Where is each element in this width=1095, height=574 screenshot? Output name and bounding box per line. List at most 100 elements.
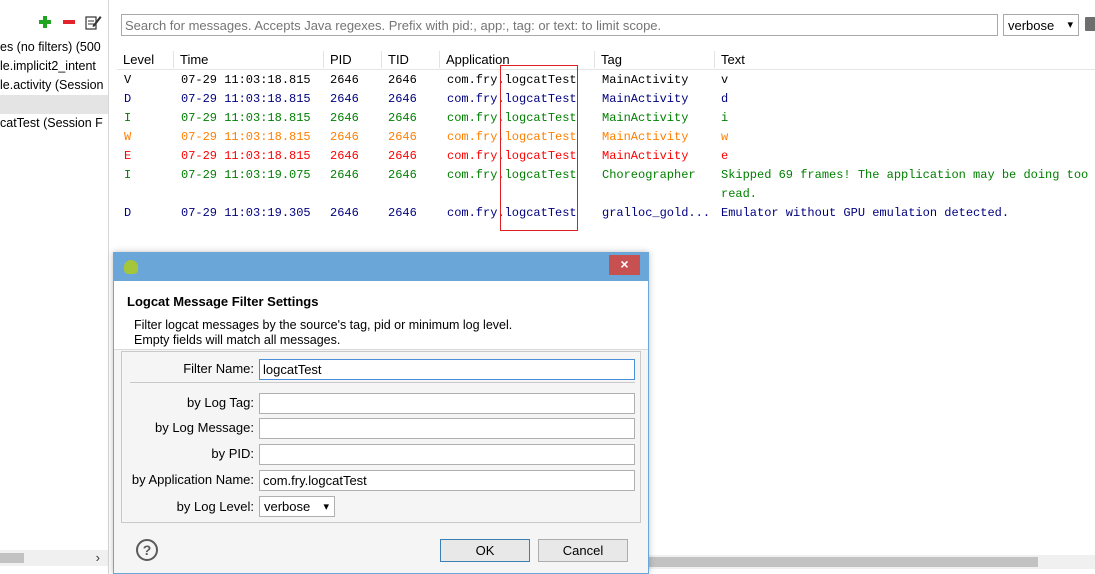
log-cell-pid: 2646 — [330, 92, 359, 106]
app-name-label: by Application Name: — [131, 472, 254, 487]
filter-item[interactable]: le.implicit2_intent — [0, 57, 108, 76]
dialog-titlebar[interactable]: × — [114, 253, 648, 281]
pid-input[interactable] — [259, 444, 635, 465]
log-cell-pid: 2646 — [330, 149, 359, 163]
filter-item[interactable]: es (no filters) (500 — [0, 38, 108, 57]
add-filter-icon[interactable] — [36, 13, 54, 31]
log-cell-app: com.fry.logcatTest — [447, 168, 577, 182]
save-icon[interactable] — [1085, 17, 1095, 31]
column-header-level[interactable]: Level — [117, 51, 154, 69]
log-cell-text: Emulator without GPU emulation detected. — [721, 206, 1010, 220]
log-cell-level: D — [124, 206, 132, 220]
log-cell-time: 07-29 11:03:18.815 — [181, 149, 311, 163]
search-input[interactable] — [121, 14, 998, 36]
dialog-title: Logcat Message Filter Settings — [127, 294, 319, 309]
log-cell-tag: MainActivity — [602, 73, 689, 87]
column-header-tag[interactable]: Tag — [595, 51, 622, 69]
log-cell-app: com.fry.logcatTest — [447, 73, 577, 87]
log-cell-tid: 2646 — [388, 92, 417, 106]
log-cell-time: 07-29 11:03:18.815 — [181, 73, 311, 87]
log-cell-text: w — [721, 130, 729, 144]
log-cell-pid: 2646 — [330, 73, 359, 87]
app-name-input[interactable] — [259, 470, 635, 491]
log-cell-text: e — [721, 149, 729, 163]
filter-item[interactable]: le.activity (Session — [0, 76, 108, 95]
log-cell-text: i — [721, 111, 729, 125]
log-row[interactable]: D 07-29 11:03:19.305 2646 2646 com.fry.logca… — [117, 204, 1095, 223]
edit-filter-icon[interactable] — [84, 13, 102, 31]
log-cell-pid: 2646 — [330, 168, 359, 182]
log-cell-pid: 2646 — [330, 206, 359, 220]
log-row[interactable]: I 07-29 11:03:18.815 2646 2646 com.fry.logca… — [117, 109, 1095, 128]
scroll-right-icon[interactable]: › — [96, 550, 100, 566]
log-cell-text: d — [721, 92, 729, 106]
filter-list: es (no filters) (500 le.implicit2_intent… — [0, 38, 108, 133]
log-cell-text: v — [721, 73, 729, 87]
logcat-filter-dialog: × Logcat Message Filter Settings Filter … — [113, 252, 649, 574]
log-cell-tid: 2646 — [388, 73, 417, 87]
column-header-text[interactable]: Text — [715, 51, 745, 69]
log-message-input[interactable] — [259, 418, 635, 439]
log-cell-level: W — [124, 130, 132, 144]
dialog-header: Logcat Message Filter Settings Filter lo… — [114, 281, 648, 350]
log-row[interactable]: V 07-29 11:03:18.815 2646 2646 com.fry.logca… — [117, 71, 1095, 90]
dialog-description: Filter logcat messages by the source's t… — [134, 318, 513, 332]
filter-item-selected[interactable] — [0, 95, 108, 114]
ok-button[interactable]: OK — [440, 539, 530, 562]
log-cell-tag: MainActivity — [602, 92, 689, 106]
log-cell-tag: gralloc_gold... — [602, 206, 711, 220]
filter-item[interactable]: catTest (Session F — [0, 114, 108, 133]
filter-name-label: Filter Name: — [183, 361, 254, 376]
dialog-log-level-select[interactable]: verbose ▾ — [259, 496, 335, 517]
log-horizontal-scrollbar[interactable] — [648, 555, 1095, 569]
help-icon[interactable]: ? — [136, 539, 158, 561]
log-cell-time: 07-29 11:03:18.815 — [181, 130, 311, 144]
log-cell-tid: 2646 — [388, 149, 417, 163]
chevron-down-icon: ▾ — [323, 501, 329, 513]
filter-form: Filter Name: by Log Tag: by Log Message:… — [121, 351, 641, 523]
log-cell-tag: Choreographer — [602, 168, 696, 182]
scrollbar-thumb[interactable] — [0, 553, 24, 563]
log-row[interactable]: D 07-29 11:03:18.815 2646 2646 com.fry.logca… — [117, 90, 1095, 109]
log-cell-level: E — [124, 149, 132, 163]
log-row[interactable]: read. — [117, 185, 1095, 204]
log-cell-tid: 2646 — [388, 130, 417, 144]
log-level-label: by Log Level: — [176, 499, 254, 514]
filter-list-scrollbar[interactable]: › — [0, 550, 108, 566]
log-cell-tag: MainActivity — [602, 111, 689, 125]
log-cell-level: V — [124, 73, 132, 87]
log-cell-text: Skipped 69 frames! The application may b… — [721, 168, 1095, 182]
log-cell-tag: MainActivity — [602, 130, 689, 144]
dialog-description: Empty fields will match all messages. — [134, 333, 341, 347]
log-level-select[interactable]: verbose ▾ — [1003, 14, 1079, 36]
filter-toolbar — [36, 10, 102, 34]
log-table-header: Level Time PID TID Application Tag Text — [117, 48, 1095, 70]
log-tag-input[interactable] — [259, 393, 635, 414]
filter-name-input[interactable] — [259, 359, 635, 380]
log-cell-app: com.fry.logcatTest — [447, 111, 577, 125]
column-header-tid[interactable]: TID — [382, 51, 409, 69]
log-cell-tid: 2646 — [388, 206, 417, 220]
log-cell-tid: 2646 — [388, 111, 417, 125]
cancel-button[interactable]: Cancel — [538, 539, 628, 562]
log-cell-level: I — [124, 111, 132, 125]
column-header-application[interactable]: Application — [440, 51, 510, 69]
pid-label: by PID: — [211, 446, 254, 461]
filter-pane: es (no filters) (500 le.implicit2_intent… — [0, 0, 109, 574]
form-divider — [130, 382, 635, 383]
log-cell-pid: 2646 — [330, 130, 359, 144]
android-icon — [124, 260, 138, 274]
log-cell-app: com.fry.logcatTest — [447, 149, 577, 163]
remove-filter-icon[interactable] — [60, 13, 78, 31]
log-row[interactable]: E 07-29 11:03:18.815 2646 2646 com.fry.logca… — [117, 147, 1095, 166]
log-row[interactable]: I 07-29 11:03:19.075 2646 2646 com.fry.logca… — [117, 166, 1095, 185]
log-cell-app: com.fry.logcatTest — [447, 92, 577, 106]
log-cell-tid: 2646 — [388, 168, 417, 182]
column-header-time[interactable]: Time — [174, 51, 208, 69]
log-row[interactable]: W 07-29 11:03:18.815 2646 2646 com.fry.logca… — [117, 128, 1095, 147]
log-tag-label: by Log Tag: — [187, 395, 254, 410]
column-header-pid[interactable]: PID — [324, 51, 352, 69]
scrollbar-thumb[interactable] — [648, 557, 1038, 567]
close-button[interactable]: × — [609, 255, 640, 275]
log-cell-time: 07-29 11:03:18.815 — [181, 92, 311, 106]
